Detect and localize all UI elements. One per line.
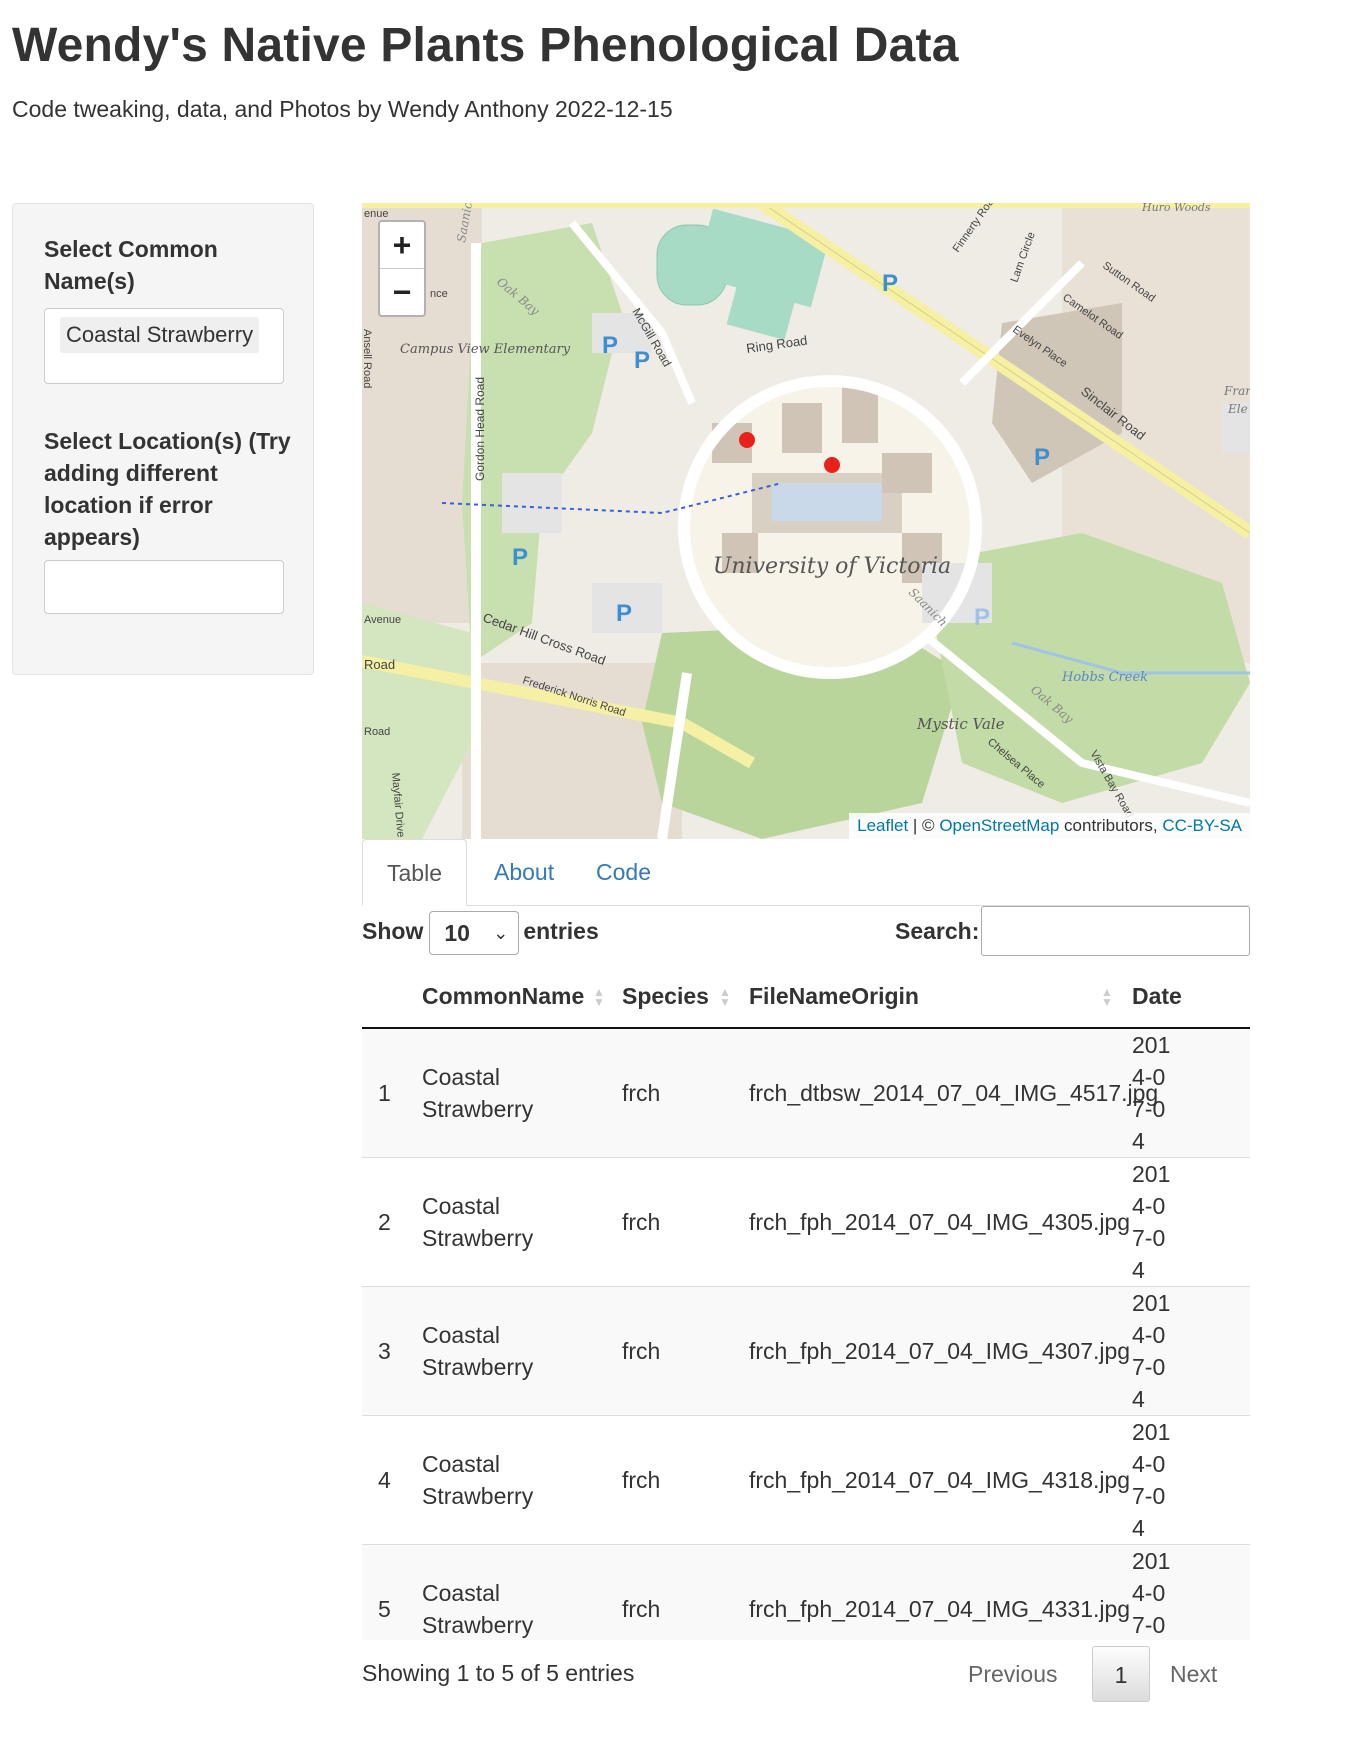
map-tiles[interactable]: P P P P P P P University of Victoria Cam… [362, 203, 1250, 839]
selected-chip[interactable]: Coastal Strawberry [60, 317, 260, 353]
previous-button[interactable]: Previous [968, 1646, 1057, 1702]
common-name-label: Select Common Name(s) [44, 236, 218, 294]
sort-icon: ▲ ▼ [719, 985, 731, 1009]
sidebar-panel: Select Common Name(s) Coastal Strawberry… [12, 203, 314, 675]
parking-label: P [616, 600, 632, 627]
location-label: Select Location(s) (Try adding different… [44, 428, 291, 550]
page-subtitle: Code tweaking, data, and Photos by Wendy… [12, 96, 673, 122]
cell-commonname: Coastal Strawberry [418, 1027, 612, 1158]
search-label: Search: [895, 918, 980, 944]
cell-species: frch [612, 1027, 739, 1158]
chevron-down-icon: ⌄ [493, 922, 509, 943]
parking-label: P [512, 544, 528, 571]
parking-label: P [974, 604, 990, 631]
page-1-button[interactable]: 1 [1092, 1646, 1150, 1702]
label-huro: Huro Woods [1141, 203, 1211, 214]
label-road-w2: Road [364, 726, 390, 738]
label-frank: Fran [1223, 384, 1250, 398]
cell-date: 2014-07-04 [1122, 1027, 1250, 1158]
table-row[interactable]: 2 Coastal Strawberry frch frch_fph_2014_… [362, 1157, 1250, 1287]
page-title: Wendy's Native Plants Phenological Data [12, 19, 959, 72]
table-info: Showing 1 to 5 of 5 entries [362, 1660, 635, 1686]
label-ele: Ele [1227, 402, 1248, 416]
sort-icon: ▲ ▼ [1101, 985, 1113, 1009]
label-university: University of Victoria [713, 554, 951, 579]
label-school: Campus View Elementary [400, 342, 571, 357]
cell-date: 2014-07-04 [1122, 1544, 1250, 1640]
leaflet-link[interactable]: Leaflet [857, 816, 908, 835]
table-row[interactable]: 5 Coastal Strawberry frch frch_fph_2014_… [362, 1544, 1250, 1640]
row-index: 3 [362, 1286, 418, 1416]
location-select[interactable] [44, 560, 284, 614]
table-row[interactable]: 1 Coastal Strawberry frch frch_dtbsw_201… [362, 1027, 1250, 1158]
cell-commonname: Coastal Strawberry [418, 1544, 612, 1640]
zoom-control: + − [378, 220, 426, 317]
search-control: Search: [895, 906, 1250, 956]
label-avenue: Avenue [364, 614, 401, 626]
label-ansell: Ansell Road [362, 329, 373, 388]
parking-label: P [634, 347, 650, 374]
sort-icon: ▲ ▼ [593, 985, 605, 1009]
length-select[interactable]: 10 ⌄ [429, 910, 520, 955]
col-header-filenameorigin[interactable]: FileNameOrigin ▲ ▼ [739, 965, 1122, 1029]
label-road-w: Road [364, 657, 395, 672]
label-enue: enue [364, 208, 388, 220]
cell-commonname: Coastal Strawberry [418, 1415, 612, 1545]
label-gordon-head: Gordon Head Road [473, 377, 487, 481]
location-marker[interactable] [824, 457, 840, 473]
cell-commonname: Coastal Strawberry [418, 1286, 612, 1416]
cell-date: 2014-07-04 [1122, 1286, 1250, 1416]
cell-date: 2014-07-04 [1122, 1157, 1250, 1287]
table-row[interactable]: 4 Coastal Strawberry frch frch_fph_2014_… [362, 1415, 1250, 1545]
location-marker[interactable] [739, 432, 755, 448]
cell-filename: frch_fph_2014_07_04_IMG_4305.jpg [739, 1157, 1130, 1287]
label-nce: nce [430, 288, 448, 300]
row-index: 1 [362, 1027, 418, 1158]
row-index: 5 [362, 1544, 418, 1640]
tab-about[interactable]: About [470, 839, 578, 905]
tab-code[interactable]: Code [572, 839, 675, 905]
length-value: 10 [444, 919, 470, 946]
label-mystic-vale: Mystic Vale [916, 715, 1005, 733]
cell-filename: frch_fph_2014_07_04_IMG_4331.jpg [739, 1544, 1130, 1640]
cell-filename: frch_fph_2014_07_04_IMG_4307.jpg [739, 1286, 1130, 1416]
map-attribution: Leaflet | © OpenStreetMap contributors, … [849, 813, 1250, 839]
data-table: CommonName ▲ ▼ Species ▲ ▼ FileNameOrigin ▲ ▼ … [362, 965, 1250, 1640]
parking-label: P [1034, 444, 1050, 471]
cell-species: frch [612, 1544, 739, 1640]
label-hobbs-creek: Hobbs Creek [1061, 670, 1148, 685]
cell-filename: frch_dtbsw_2014_07_04_IMG_4517.jpg [739, 1027, 1158, 1158]
length-entries-label: entries [523, 918, 599, 944]
row-index: 2 [362, 1157, 418, 1287]
tab-bar: Table About Code [362, 839, 1250, 906]
table-row[interactable]: 3 Coastal Strawberry frch frch_fph_2014_… [362, 1286, 1250, 1416]
attribution-sep: | © [908, 816, 940, 835]
length-show-label: Show [362, 918, 424, 944]
cell-species: frch [612, 1286, 739, 1416]
cell-filename: frch_fph_2014_07_04_IMG_4318.jpg [739, 1415, 1130, 1545]
search-input[interactable] [981, 906, 1250, 956]
common-name-select[interactable]: Coastal Strawberry [44, 308, 284, 384]
col-header-species[interactable]: Species ▲ ▼ [612, 965, 739, 1029]
col-header-date[interactable]: Date [1122, 965, 1250, 1029]
col-header-index [362, 965, 418, 1029]
cell-commonname: Coastal Strawberry [418, 1157, 612, 1287]
next-button[interactable]: Next [1170, 1646, 1217, 1702]
osm-link[interactable]: OpenStreetMap [939, 816, 1059, 835]
cell-species: frch [612, 1415, 739, 1545]
row-index: 4 [362, 1415, 418, 1545]
zoom-out-button[interactable]: − [380, 269, 424, 315]
attribution-mid: contributors, [1059, 816, 1163, 835]
col-header-commonname[interactable]: CommonName ▲ ▼ [418, 965, 612, 1029]
parking-label: P [602, 332, 618, 359]
tab-table[interactable]: Table [362, 839, 467, 906]
leaflet-map[interactable]: P P P P P P P University of Victoria Cam… [362, 203, 1250, 839]
zoom-in-button[interactable]: + [380, 222, 424, 269]
length-control: Show 10 ⌄ entries [362, 908, 599, 955]
cell-date: 2014-07-04 [1122, 1415, 1250, 1545]
cell-species: frch [612, 1157, 739, 1287]
license-link[interactable]: CC-BY-SA [1162, 816, 1242, 835]
parking-label: P [882, 270, 898, 297]
